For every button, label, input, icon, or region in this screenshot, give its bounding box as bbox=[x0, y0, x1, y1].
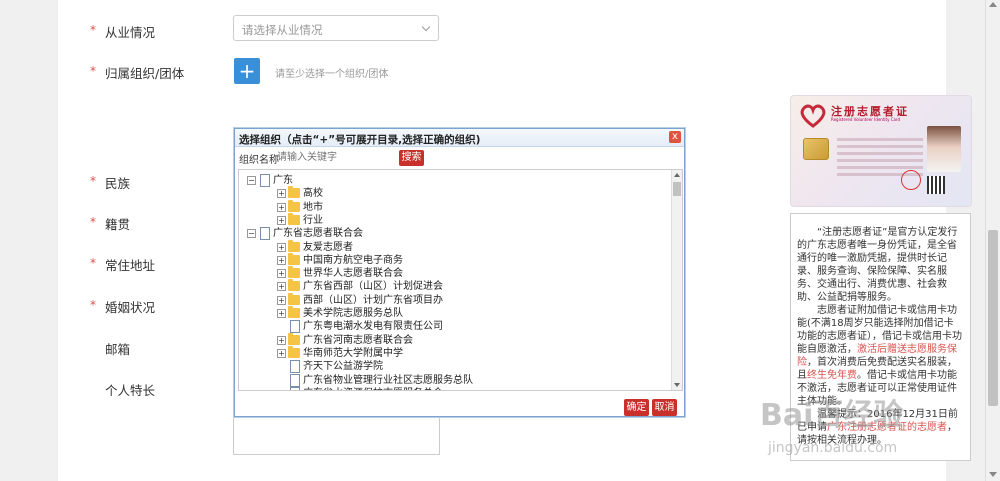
required-mark: * bbox=[90, 298, 96, 312]
expand-icon[interactable]: + bbox=[277, 202, 286, 212]
tree-node-label[interactable]: 广东粤电潮水发电有限责任公司 bbox=[303, 320, 443, 333]
heart-logo-icon bbox=[800, 104, 826, 128]
scroll-up-icon[interactable] bbox=[674, 173, 680, 177]
occupation-placeholder: 请选择从业情况 bbox=[242, 23, 323, 37]
tree-node-label[interactable]: 友爱志愿者 bbox=[303, 241, 353, 254]
scrollbar-thumb[interactable] bbox=[988, 230, 998, 406]
folder-icon bbox=[288, 239, 300, 252]
card-chip-icon bbox=[803, 138, 829, 160]
tree-node-label[interactable]: 齐天下公益游学院 bbox=[303, 360, 383, 373]
specialty-label: 个人特长 bbox=[105, 383, 156, 398]
expand-icon[interactable]: + bbox=[277, 335, 286, 345]
marital-label: 婚姻状况 bbox=[105, 300, 156, 315]
folder-icon bbox=[288, 292, 300, 305]
document-icon bbox=[290, 320, 300, 334]
scroll-down-icon[interactable] bbox=[989, 472, 997, 477]
card-subtitle: Registered Volunteer Identity Card bbox=[831, 117, 901, 122]
expand-icon[interactable]: + bbox=[277, 215, 286, 225]
tree-node-label[interactable]: 广东省水资源保护志愿服务总会 bbox=[303, 387, 443, 390]
expand-icon[interactable]: + bbox=[277, 255, 286, 265]
folder-icon bbox=[288, 279, 300, 292]
collapse-icon[interactable]: − bbox=[247, 229, 256, 239]
tree-node-label[interactable]: 世界华人志愿者联合会 bbox=[303, 267, 403, 280]
folder-icon bbox=[288, 199, 300, 212]
ethnicity-label: 民族 bbox=[105, 176, 131, 191]
folder-icon bbox=[288, 212, 300, 225]
expand-icon[interactable]: + bbox=[277, 309, 286, 318]
expand-icon[interactable]: + bbox=[277, 295, 286, 305]
expand-icon[interactable]: + bbox=[277, 282, 286, 292]
tree-node-label[interactable]: 广东省西部（山区）计划促进会 bbox=[303, 280, 443, 293]
tree-node-label[interactable]: 广东省志愿者联合会 bbox=[273, 227, 363, 240]
organization-tree: − 广东 + 高校 + 地市 + 行业 − 广东省志愿者联合会 + 友爱志愿者 + 中国南方航空电子商务 +… bbox=[238, 169, 683, 391]
required-mark: * bbox=[90, 256, 96, 270]
email-label: 邮箱 bbox=[105, 342, 131, 357]
folder-icon bbox=[288, 186, 300, 199]
occupation-label: 从业情况 bbox=[105, 25, 156, 40]
tree-node-label[interactable]: 广东省河南志愿者联合会 bbox=[303, 334, 413, 347]
tree-node-label[interactable]: 广东省物业管理行业社区志愿服务总队 bbox=[303, 374, 473, 387]
organization-hint: 请至少选择一个组织/团体 bbox=[275, 69, 389, 80]
folder-icon bbox=[288, 266, 300, 279]
dialog-title: 选择组织（点击“+”号可展开目录,选择正确的组织) bbox=[239, 134, 481, 146]
scroll-down-icon[interactable] bbox=[674, 383, 680, 387]
document-icon bbox=[290, 386, 300, 390]
collapse-icon[interactable]: − bbox=[247, 176, 256, 185]
dialog-title-bar[interactable]: 选择组织（点击“+”号可展开目录,选择正确的组织) x bbox=[235, 129, 684, 147]
required-mark: * bbox=[90, 23, 96, 37]
tree-node-label[interactable]: 高校 bbox=[303, 187, 323, 200]
occupation-select[interactable]: 请选择从业情况 bbox=[233, 15, 439, 41]
folder-icon bbox=[288, 252, 300, 265]
search-label: 组织名称 bbox=[239, 155, 279, 166]
organization-label: 归属组织/团体 bbox=[105, 66, 185, 81]
document-icon bbox=[290, 373, 300, 387]
residence-label: 常住地址 bbox=[105, 258, 156, 273]
document-icon bbox=[260, 174, 270, 187]
add-organization-button[interactable]: + bbox=[234, 58, 260, 84]
expand-icon[interactable]: + bbox=[277, 242, 286, 252]
expand-icon[interactable]: + bbox=[277, 189, 286, 199]
qr-code-icon bbox=[927, 176, 945, 194]
scroll-up-icon[interactable] bbox=[989, 2, 997, 7]
expand-icon[interactable]: + bbox=[277, 348, 286, 358]
search-input[interactable] bbox=[277, 150, 387, 164]
description-highlight: 终生免年费 bbox=[807, 370, 857, 381]
required-mark: * bbox=[90, 215, 96, 229]
card-stamp-icon bbox=[901, 170, 921, 190]
tree-scrollbar[interactable] bbox=[671, 170, 682, 390]
folder-icon bbox=[288, 345, 300, 358]
document-icon bbox=[260, 227, 270, 241]
required-mark: * bbox=[90, 174, 96, 188]
confirm-button[interactable]: 确定 bbox=[624, 399, 649, 416]
tree-node-label[interactable]: 中国南方航空电子商务 bbox=[303, 254, 403, 267]
required-mark: * bbox=[90, 64, 96, 78]
search-button[interactable]: 搜索 bbox=[399, 150, 424, 166]
chevron-down-icon bbox=[421, 22, 431, 32]
document-icon bbox=[290, 360, 300, 374]
watermark-logo: Bai百经验 bbox=[760, 398, 904, 433]
folder-icon bbox=[288, 306, 300, 318]
volunteer-card-image: 注册志愿者证 Registered Volunteer Identity Car… bbox=[790, 95, 972, 207]
description-paragraph-1: “注册志愿者证”是官方认定发行的广东志愿者唯一身份凭证，是全省通行的唯一激励凭据… bbox=[797, 227, 958, 303]
card-photo bbox=[927, 126, 961, 172]
tree-node-label[interactable]: 广东 bbox=[273, 174, 293, 187]
tree-node-label[interactable]: 西部（山区）计划广东省项目办 bbox=[303, 294, 443, 307]
folder-icon bbox=[288, 332, 300, 345]
native-place-label: 籍贯 bbox=[105, 217, 131, 232]
tree-node-label[interactable]: 华南师范大学附属中学 bbox=[303, 347, 403, 360]
watermark-url: jingyan.baidu.com bbox=[768, 440, 898, 456]
cancel-button[interactable]: 取消 bbox=[652, 399, 677, 416]
page-scrollbar[interactable] bbox=[985, 0, 1000, 481]
select-organization-dialog: 选择组织（点击“+”号可展开目录,选择正确的组织) x 组织名称 搜索 − 广东 +… bbox=[234, 128, 685, 417]
tree-node-label[interactable]: 行业 bbox=[303, 214, 323, 227]
close-icon[interactable]: x bbox=[669, 131, 681, 143]
expand-icon[interactable]: + bbox=[277, 269, 286, 279]
tree-scrollbar-thumb[interactable] bbox=[673, 182, 681, 196]
tree-node-label[interactable]: 美术学院志愿服务总队 bbox=[303, 307, 403, 320]
tree-node-label[interactable]: 地市 bbox=[303, 201, 323, 214]
